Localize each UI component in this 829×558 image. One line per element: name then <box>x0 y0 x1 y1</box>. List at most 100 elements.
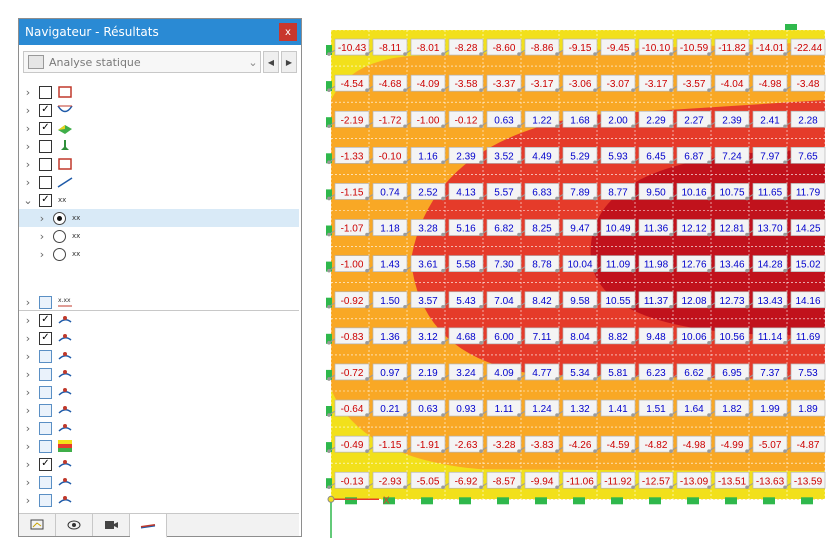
checkbox[interactable] <box>39 295 52 309</box>
surface-plot[interactable]: -10.43 -8.11 -8.01 -8.28 -8.60 -8.86 -9.15 -9.4… <box>318 18 829 552</box>
label-anchor <box>403 485 407 490</box>
label-anchor <box>517 304 521 309</box>
chevron-right-icon[interactable]: › <box>23 350 33 363</box>
value-label: -4.04 <box>721 79 744 90</box>
chevron-right-icon[interactable]: › <box>23 296 33 309</box>
support-reactions-display-icon <box>58 478 72 486</box>
tree-item[interactable]: › ✓ <box>19 329 299 347</box>
chevron-right-icon[interactable]: › <box>23 176 33 189</box>
close-button[interactable]: x <box>279 23 297 41</box>
label-anchor <box>441 52 445 56</box>
label-anchor <box>783 88 787 92</box>
checkbox[interactable] <box>39 421 52 435</box>
checkbox[interactable] <box>39 439 52 453</box>
chevron-right-icon[interactable]: › <box>23 122 33 135</box>
checkbox[interactable] <box>39 385 52 399</box>
value-label: -9.45 <box>607 43 630 54</box>
chevron-down-icon[interactable]: ⌄ <box>246 56 260 69</box>
loading-select[interactable]: Analyse statique ⌄ <box>23 51 261 73</box>
next-button[interactable]: ▶ <box>281 51 297 73</box>
tree-item[interactable]: › <box>19 437 299 455</box>
tree-item[interactable]: › xx <box>19 209 299 227</box>
support-marker <box>421 497 433 505</box>
tree-item[interactable]: › ✓ <box>19 119 299 137</box>
checkbox[interactable] <box>39 367 52 381</box>
checkbox[interactable] <box>39 85 52 99</box>
label-anchor <box>745 304 749 309</box>
label-anchor <box>669 413 673 417</box>
checkbox[interactable]: ✓ <box>39 331 52 345</box>
label-anchor <box>593 485 597 490</box>
radio-button[interactable] <box>53 247 66 261</box>
tree-item[interactable]: › <box>19 419 299 437</box>
tree-item[interactable]: › <box>19 473 299 491</box>
tree-item[interactable]: › <box>19 401 299 419</box>
support-reactions-icon <box>61 140 69 150</box>
checkbox[interactable]: ✓ <box>39 313 52 327</box>
tree-item[interactable]: › <box>19 83 299 101</box>
chevron-right-icon[interactable]: › <box>23 86 33 99</box>
previous-button[interactable]: ◀ <box>263 51 279 73</box>
radio-button[interactable] <box>53 211 66 225</box>
chevron-right-icon[interactable]: › <box>23 458 33 471</box>
label-anchor <box>517 196 521 201</box>
checkbox[interactable] <box>39 139 52 153</box>
loading-combo[interactable]: Analyse statique ⌄ ◀ ▶ <box>23 51 297 73</box>
chevron-right-icon[interactable]: › <box>23 104 33 117</box>
video-tab[interactable] <box>93 514 130 536</box>
checkbox[interactable]: ✓ <box>39 193 52 207</box>
tree-item[interactable]: › x.xx <box>19 293 299 311</box>
chevron-right-icon[interactable]: › <box>23 140 33 153</box>
tree-item[interactable]: › xx <box>19 245 299 263</box>
checkbox[interactable]: ✓ <box>39 121 52 135</box>
chevron-right-icon[interactable]: › <box>23 476 33 489</box>
label-anchor <box>669 341 673 345</box>
chevron-right-icon[interactable]: › <box>23 386 33 399</box>
chevron-right-icon[interactable]: › <box>23 314 33 327</box>
value-label: -8.57 <box>493 476 516 487</box>
tree-item[interactable]: › <box>19 365 299 383</box>
checkbox[interactable]: ✓ <box>39 103 52 117</box>
label-anchor <box>403 268 407 273</box>
checkbox[interactable] <box>39 403 52 417</box>
tree-item[interactable]: › ✓ <box>19 311 299 329</box>
tree-item[interactable]: › <box>19 137 299 155</box>
radio-button[interactable] <box>53 229 66 243</box>
results-view[interactable]: -10.43 -8.11 -8.01 -8.28 -8.60 -8.86 -9.15 -9.4… <box>318 18 829 552</box>
value-label: 0.63 <box>418 404 438 415</box>
chevron-right-icon[interactable]: › <box>37 212 47 225</box>
view-tab[interactable] <box>56 514 93 536</box>
label-anchor <box>327 160 331 165</box>
checkbox[interactable]: ✓ <box>39 457 52 471</box>
chevron-right-icon[interactable]: › <box>23 332 33 345</box>
checkbox[interactable] <box>39 175 52 189</box>
tree-item[interactable]: › xx <box>19 227 299 245</box>
data-tab[interactable] <box>19 514 56 536</box>
value-label: 1.36 <box>380 332 400 343</box>
tree-item[interactable]: › ✓ <box>19 101 299 119</box>
chevron-right-icon[interactable]: › <box>23 158 33 171</box>
chevron-right-icon[interactable]: › <box>37 248 47 261</box>
checkbox[interactable] <box>39 475 52 489</box>
label-anchor <box>745 341 749 345</box>
checkbox[interactable] <box>39 349 52 363</box>
chevron-right-icon[interactable]: › <box>23 404 33 417</box>
chevron-right-icon[interactable]: › <box>37 230 47 243</box>
chevron-right-icon[interactable]: › <box>23 368 33 381</box>
chevron-right-icon[interactable]: › <box>23 494 33 507</box>
label-anchor <box>631 341 635 345</box>
tree-item[interactable]: › <box>19 383 299 401</box>
chevron-right-icon[interactable]: › <box>23 422 33 435</box>
tree-item[interactable]: › <box>19 347 299 365</box>
chevron-down-icon[interactable]: ⌄ <box>23 194 33 207</box>
checkbox[interactable] <box>39 157 52 171</box>
tree-item[interactable]: › <box>19 173 299 191</box>
support-marker <box>725 497 737 505</box>
results-tab[interactable] <box>130 514 167 538</box>
checkbox[interactable] <box>39 493 52 507</box>
tree-item[interactable]: › <box>19 155 299 173</box>
chevron-right-icon[interactable]: › <box>23 440 33 453</box>
tree-item[interactable]: › <box>19 491 299 509</box>
tree-item[interactable]: ⌄ ✓ xx <box>19 191 299 209</box>
tree-item[interactable]: › ✓ <box>19 455 299 473</box>
